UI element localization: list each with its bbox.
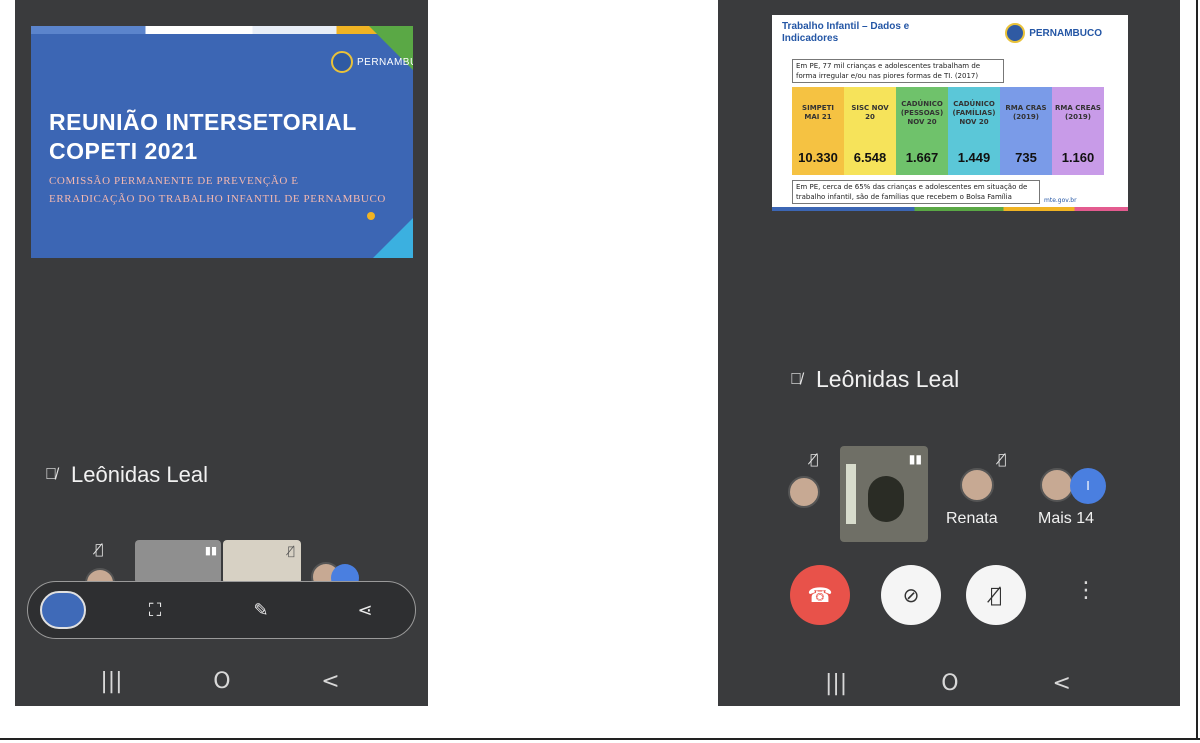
mic-off-icon: 🎙̸ [45, 466, 57, 483]
indicator-value: 1.449 [957, 149, 991, 165]
slide-footer-text: Em PE, cerca de 65% das crianças e adole… [792, 180, 1040, 204]
logo-text: PERNAMBUCO [357, 56, 413, 68]
slide-url: mte.gov.br [1044, 197, 1077, 204]
indicator-header: SIMPETI MAI 21 [802, 104, 834, 121]
indicator-column: SISC NOV 20 6.548 [844, 87, 896, 175]
indicator-value: 1.160 [1061, 149, 1095, 165]
indicator-header: SISC NOV 20 [851, 104, 889, 121]
participant-strip: 🎙̸ ▮▮ 🎙̸ Renata I Mais 14 [788, 446, 1118, 546]
mic-toggle-button[interactable]: 🎙̸ [966, 565, 1026, 625]
back-button[interactable]: < [321, 669, 339, 694]
slide-subtitle-line: COMISSÃO PERMANENTE DE PREVENÇÃO E [49, 175, 299, 187]
home-button[interactable]: O [213, 669, 230, 694]
slide-subtitle-line: ERRADICAÇÃO DO TRABALHO INFANTIL DE PERN… [49, 193, 386, 205]
screenshot-thumbnail[interactable] [40, 591, 86, 629]
indicator-column: SIMPETI MAI 21 10.330 [792, 87, 844, 175]
indicator-header: CADÚNICO (FAMÍLIAS) NOV 20 [952, 99, 996, 126]
participant-avatar[interactable] [788, 476, 820, 508]
speaker-name: Leônidas Leal [816, 366, 960, 392]
indicator-value: 735 [1015, 149, 1037, 165]
participant-video-tile[interactable]: 🎙̸ [223, 540, 301, 584]
camera-toggle-button[interactable]: ⊘ [881, 565, 941, 625]
shared-slide-data: Trabalho Infantil – Dados e Indicadores … [772, 15, 1128, 211]
state-seal-icon [331, 51, 353, 73]
mic-off-icon: 🎙̸ [810, 452, 819, 468]
home-button[interactable]: O [941, 671, 958, 696]
system-nav-bar: ||| O < [55, 666, 385, 696]
indicator-value: 6.548 [853, 149, 887, 165]
indicator-column: RMA CREAS (2019) 1.160 [1052, 87, 1104, 175]
camera-off-icon: ⊘ [902, 583, 920, 607]
end-call-button[interactable]: ☎ [790, 565, 850, 625]
slide-title: REUNIÃO INTERSETORIAL COPETI 2021 [49, 108, 357, 166]
slide-header: Trabalho Infantil – Dados e Indicadores [782, 21, 912, 45]
participant-avatar[interactable] [960, 468, 994, 502]
footer-line: Em PE, cerca de 65% das crianças e adole… [796, 183, 1028, 191]
audio-level-icon: ▮▮ [908, 452, 922, 466]
participant-avatar[interactable] [1040, 468, 1074, 502]
indicator-value: 1.667 [905, 149, 939, 165]
participant-video-tile[interactable]: ▮▮ [135, 540, 221, 584]
mic-off-icon: 🎙̸ [989, 583, 1002, 607]
slide-top-stripe [31, 26, 413, 34]
intro-line: Em PE, 77 mil crianças e adolescentes tr… [796, 62, 981, 70]
slide-header-line: Trabalho Infantil – Dados e [782, 21, 910, 32]
slide-intro-text: Em PE, 77 mil crianças e adolescentes tr… [792, 59, 1004, 83]
mic-off-icon: 🎙̸ [998, 452, 1007, 468]
indicator-header: CADÚNICO (PESSOAS) NOV 20 [900, 99, 944, 126]
indicators-table: SIMPETI MAI 21 10.330 SISC NOV 20 6.548 … [792, 87, 1104, 175]
recents-button[interactable]: ||| [100, 669, 122, 694]
pernambuco-logo: PERNAMBUCO [965, 23, 1102, 43]
mic-off-icon: 🎙̸ [790, 370, 802, 388]
slide-title-line: REUNIÃO INTERSETORIAL [49, 109, 357, 135]
intro-line: forma irregular e/ou nas piores formas d… [796, 72, 979, 80]
participant-strip[interactable]: 🎙̸ ▮▮ 🎙̸ [75, 540, 395, 598]
participant-video-tile[interactable]: ▮▮ [840, 446, 928, 542]
slide-dot [367, 212, 375, 220]
scroll-capture-icon[interactable]: ⛶ [140, 596, 170, 626]
slide-subtitle: COMISSÃO PERMANENTE DE PREVENÇÃO E ERRAD… [49, 172, 413, 208]
state-seal-icon [1005, 23, 1026, 43]
active-speaker: 🎙̸ Leônidas Leal [45, 462, 208, 488]
participant-name: Renata [946, 510, 998, 527]
crop-edit-icon[interactable]: ✎ [246, 596, 276, 626]
mic-off-icon: 🎙̸ [95, 542, 104, 558]
indicator-column: RMA CRAS (2019) 735 [1000, 87, 1052, 175]
more-participants-label[interactable]: Mais 14 [1038, 510, 1094, 528]
indicator-column: CADÚNICO (FAMÍLIAS) NOV 20 1.449 [948, 87, 1000, 175]
active-speaker: 🎙̸ Leônidas Leal [790, 366, 959, 393]
footer-line: trabalho infantil, são de famílias que r… [796, 193, 1012, 201]
mic-off-icon: 🎙̸ [287, 544, 295, 558]
audio-level-icon: ▮▮ [204, 544, 217, 557]
share-icon[interactable]: ⋖ [350, 596, 380, 626]
shared-slide-title: PERNAMBUCO REUNIÃO INTERSETORIAL COPETI … [31, 26, 413, 258]
frame-right-line [1196, 0, 1198, 740]
screenshot-toolbar: ⛶ ✎ ⋖ [27, 581, 416, 639]
indicator-header: RMA CREAS (2019) [1055, 104, 1101, 121]
right-phone-screen: Trabalho Infantil – Dados e Indicadores … [718, 0, 1180, 706]
frame-bottom-line [0, 738, 1200, 740]
back-button[interactable]: < [1053, 671, 1071, 696]
video-background [846, 464, 856, 524]
pernambuco-logo: PERNAMBUCO [287, 51, 413, 73]
left-phone-screen: PERNAMBUCO REUNIÃO INTERSETORIAL COPETI … [15, 0, 428, 706]
recents-button[interactable]: ||| [825, 671, 847, 696]
speaker-name: Leônidas Leal [71, 462, 209, 487]
indicator-value: 10.330 [798, 149, 838, 165]
phone-end-icon: ☎ [807, 583, 833, 607]
indicator-header: RMA CRAS (2019) [1005, 104, 1047, 121]
video-person [868, 476, 904, 522]
indicator-column: CADÚNICO (PESSOAS) NOV 20 1.667 [896, 87, 948, 175]
more-participants-badge[interactable]: I [1070, 468, 1106, 504]
more-vertical-icon[interactable]: ⋮ [1075, 580, 1097, 602]
slide-corner-decoration [373, 218, 413, 258]
slide-title-line: COPETI 2021 [49, 138, 198, 164]
system-nav-bar: ||| O < [778, 668, 1118, 698]
logo-text: PERNAMBUCO [1029, 27, 1102, 39]
slide-header-line: Indicadores [782, 33, 839, 44]
slide-bottom-stripe [772, 207, 1128, 211]
